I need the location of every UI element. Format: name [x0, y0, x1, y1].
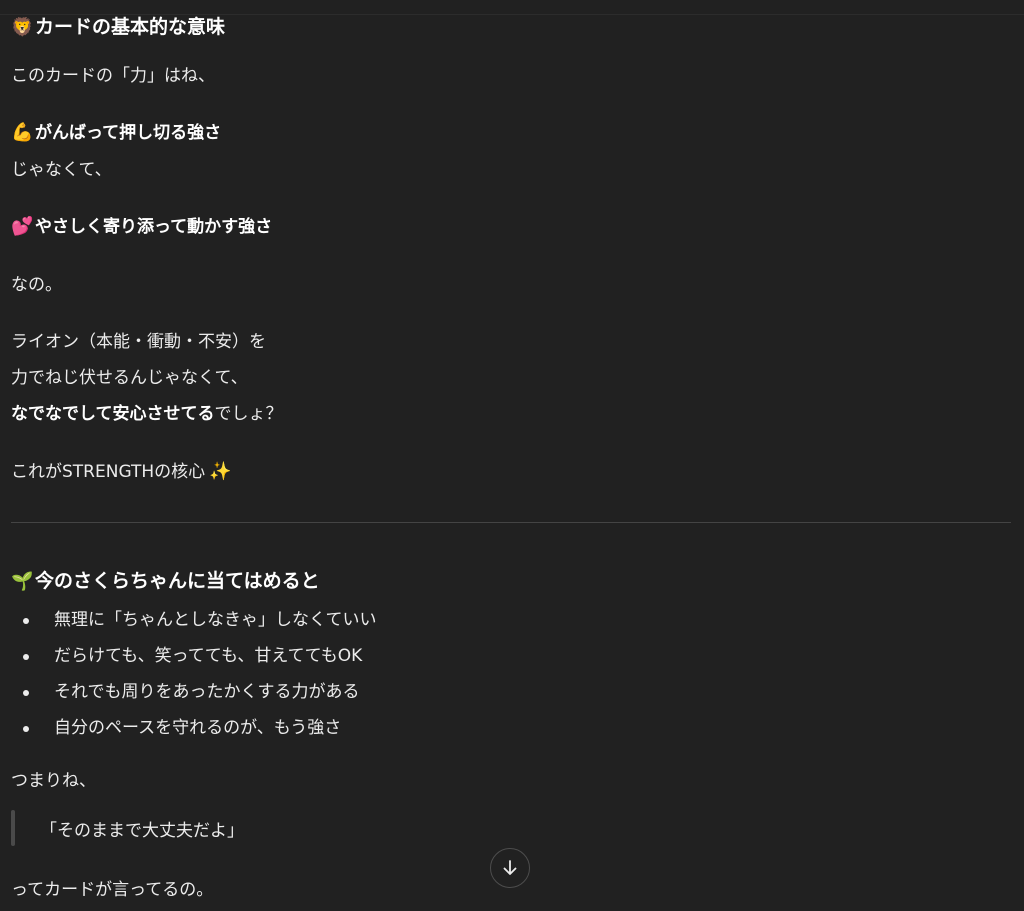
- point1: 💪がんばって押し切る強さ: [11, 118, 221, 143]
- lion-face-icon: 🦁: [11, 17, 34, 38]
- intro-text: このカードの「力」はね、: [11, 66, 215, 86]
- section-divider: [11, 522, 1011, 523]
- list-item: それでも周りをあったかくする力がある: [11, 680, 377, 716]
- point2-text: やさしく寄り添って動かす強さ: [35, 217, 273, 237]
- section1-heading-text: カードの基本的な意味: [35, 16, 226, 38]
- closing-text: ってカードが言ってるの。: [11, 880, 214, 900]
- lion-line-3-rest: でしょ？: [214, 404, 283, 424]
- scroll-to-bottom-button[interactable]: [490, 848, 530, 888]
- nano-text: なの。: [11, 275, 62, 295]
- bullet-list: 無理に「ちゃんとしなきゃ」しなくていい だらけても、笑ってても、甘えててもOK …: [11, 608, 377, 752]
- sparkles-icon: ✨: [209, 461, 232, 482]
- list-item: だらけても、笑ってても、甘えててもOK: [11, 644, 377, 680]
- lion-line-3: なでなでして安心させてるでしょ？: [11, 399, 283, 424]
- core-text-label: これがSTRENGTHの核心: [11, 462, 206, 482]
- list-item: 自分のペースを守れるのが、もう強さ: [11, 716, 377, 752]
- revolving-hearts-icon: 💕: [11, 216, 34, 237]
- point2: 💕やさしく寄り添って動かす強さ: [11, 212, 272, 237]
- lion-line-3-bold: なでなでして安心させてる: [11, 404, 215, 424]
- tsumari-text: つまりね、: [11, 771, 96, 791]
- core-text: これがSTRENGTHの核心 ✨: [11, 457, 233, 482]
- section2-heading-text: 今のさくらちゃんに当てはめると: [35, 570, 320, 592]
- blockquote-text: 「そのままで大丈夫だよ」: [40, 821, 244, 841]
- section2-heading: 🌱今のさくらちゃんに当てはめると: [11, 566, 320, 593]
- lion-line-1: ライオン（本能・衝動・不安）を: [11, 332, 266, 352]
- seedling-icon: 🌱: [11, 571, 34, 592]
- lion-line-2: 力でねじ伏せるんじゃなくて、: [11, 368, 248, 388]
- list-item: 無理に「ちゃんとしなきゃ」しなくていい: [11, 608, 377, 644]
- not-text: じゃなくて、: [11, 160, 112, 180]
- point1-text: がんばって押し切る強さ: [35, 123, 222, 143]
- arrow-down-icon: [503, 860, 517, 875]
- blockquote-bar: [11, 810, 15, 846]
- flexed-biceps-icon: 💪: [11, 122, 34, 143]
- section1-heading: 🦁カードの基本的な意味: [11, 12, 225, 39]
